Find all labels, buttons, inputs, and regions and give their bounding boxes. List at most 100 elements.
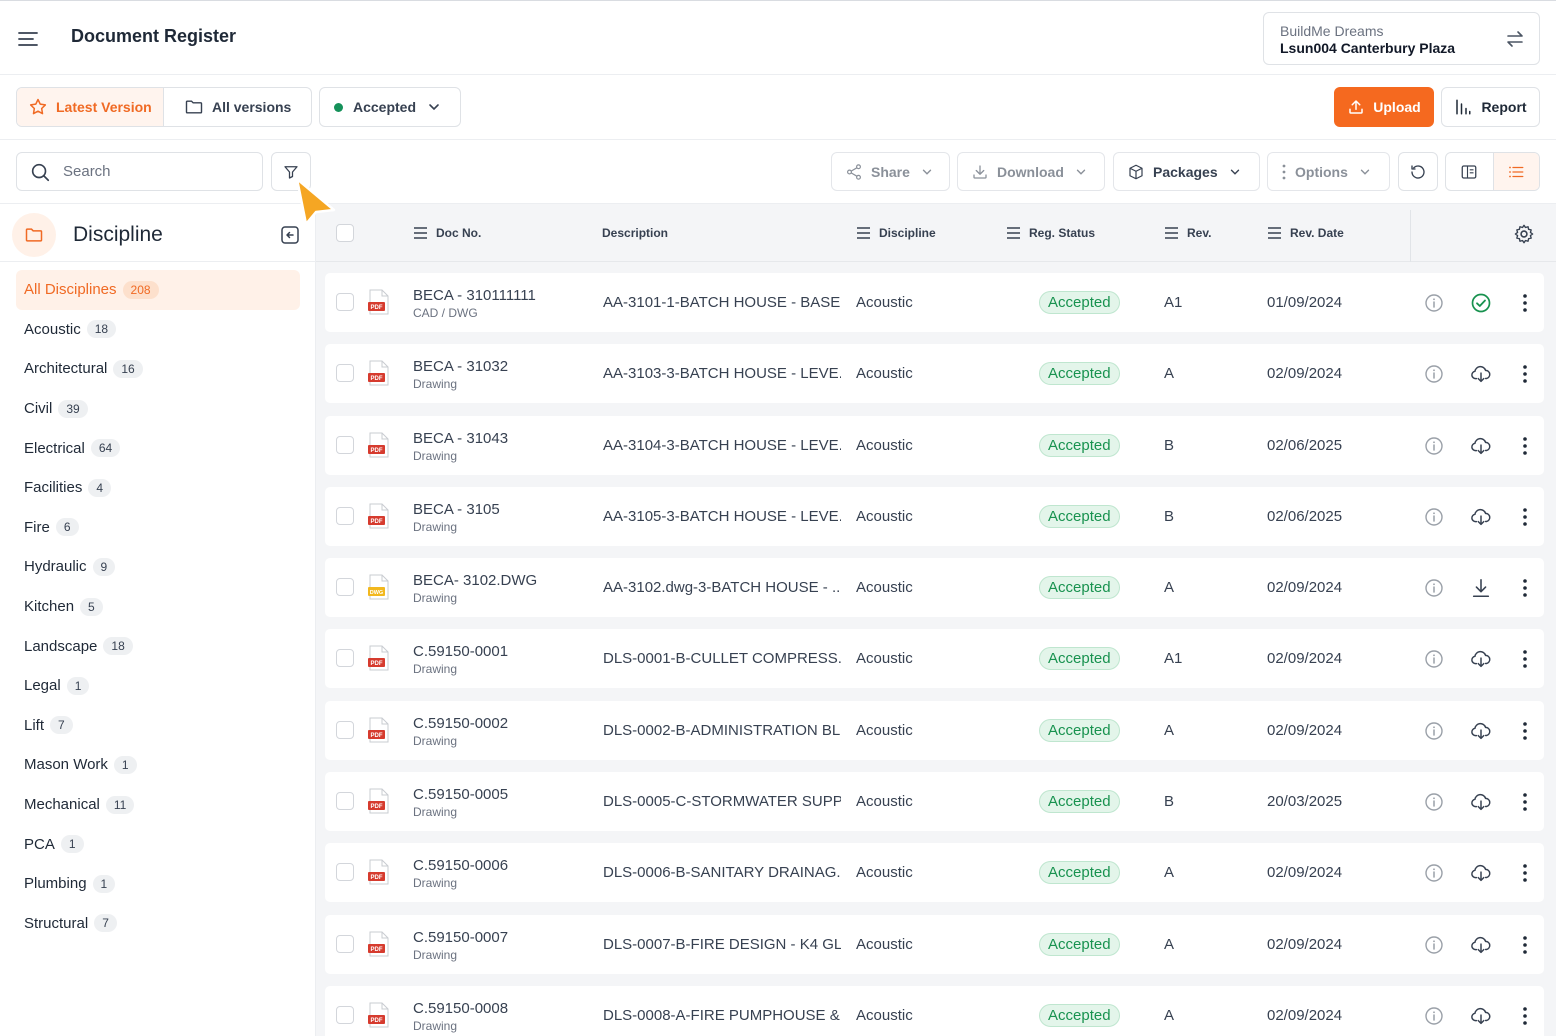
share-button[interactable]: Share (831, 152, 950, 191)
doc-number[interactable]: C.59150-0006 (413, 857, 508, 874)
info-icon[interactable] (1424, 578, 1444, 598)
status-filter-dropdown[interactable]: Accepted (319, 87, 461, 127)
info-icon[interactable] (1424, 436, 1444, 456)
latest-version-button[interactable]: Latest Version (17, 88, 164, 126)
info-icon[interactable] (1424, 792, 1444, 812)
row-checkbox[interactable] (336, 649, 354, 668)
more-options-icon[interactable] (1516, 435, 1534, 457)
column-discipline[interactable]: Discipline (856, 204, 936, 262)
upload-button[interactable]: Upload (1334, 87, 1434, 127)
table-row[interactable]: PDF C.59150-0002 Drawing DLS-0002-B-ADMINIS… (325, 700, 1544, 760)
info-icon[interactable] (1424, 863, 1444, 883)
download-button[interactable]: Download (957, 152, 1105, 191)
doc-number[interactable]: BECA - 310111111 (413, 287, 536, 304)
sidebar-item-kitchen[interactable]: Kitchen 5 (16, 587, 300, 627)
row-checkbox[interactable] (336, 578, 354, 597)
row-checkbox[interactable] (336, 293, 354, 311)
column-description[interactable]: Description (602, 204, 668, 262)
sidebar-item-mason-work[interactable]: Mason Work 1 (16, 745, 300, 785)
column-doc-no[interactable]: Doc No. (413, 204, 481, 262)
more-options-icon[interactable] (1516, 292, 1534, 314)
project-switcher[interactable]: BuildMe Dreams Lsun004 Canterbury Plaza (1263, 12, 1540, 65)
info-icon[interactable] (1424, 935, 1444, 955)
cloud-download-icon[interactable] (1470, 363, 1492, 385)
table-row[interactable]: PDF BECA - 3105 Drawing AA-3105-3-BATCH HOU… (325, 486, 1544, 546)
more-options-icon[interactable] (1516, 934, 1534, 956)
cloud-download-icon[interactable] (1470, 791, 1492, 813)
table-row[interactable]: PDF BECA - 31043 Drawing AA-3104-3-BATCH HO… (325, 415, 1544, 475)
cloud-download-icon[interactable] (1470, 720, 1492, 742)
sidebar-item-pca[interactable]: PCA 1 (16, 824, 300, 864)
cloud-download-icon[interactable] (1470, 1005, 1492, 1027)
cloud-download-icon[interactable] (1470, 506, 1492, 528)
sidebar-item-plumbing[interactable]: Plumbing 1 (16, 864, 300, 904)
table-row[interactable]: PDF C.59150-0008 Drawing DLS-0008-A-FIRE PU… (325, 985, 1544, 1036)
sidebar-item-mechanical[interactable]: Mechanical 11 (16, 785, 300, 825)
cloud-download-icon[interactable] (1470, 862, 1492, 884)
doc-number[interactable]: C.59150-0007 (413, 929, 508, 946)
table-row[interactable]: PDF C.59150-0007 Drawing DLS-0007-B-FIRE DE… (325, 914, 1544, 974)
info-icon[interactable] (1424, 293, 1444, 313)
check-circle-icon[interactable] (1470, 292, 1492, 314)
more-options-icon[interactable] (1516, 363, 1534, 385)
table-row[interactable]: PDF BECA - 31032 Drawing AA-3103-3-BATCH HO… (325, 344, 1544, 404)
table-row[interactable]: DWG BECA- 3102.DWG Drawing AA-3102.dwg-3-BA… (325, 558, 1544, 618)
sidebar-item-structural[interactable]: Structural 7 (16, 904, 300, 944)
doc-number[interactable]: BECA - 3105 (413, 501, 500, 518)
row-checkbox[interactable] (336, 863, 354, 882)
sidebar-item-facilities[interactable]: Facilities 4 (16, 468, 300, 508)
doc-number[interactable]: C.59150-0008 (413, 1000, 508, 1017)
info-icon[interactable] (1424, 649, 1444, 669)
column-rev-date[interactable]: Rev. Date (1267, 204, 1344, 262)
column-rev[interactable]: Rev. (1164, 204, 1211, 262)
info-icon[interactable] (1424, 721, 1444, 741)
all-versions-button[interactable]: All versions (164, 88, 311, 126)
sidebar-item-civil[interactable]: Civil 39 (16, 389, 300, 429)
row-checkbox[interactable] (336, 792, 354, 811)
report-button[interactable]: Report (1441, 87, 1540, 127)
info-icon[interactable] (1424, 1006, 1444, 1026)
column-status[interactable]: Reg. Status (1006, 204, 1095, 262)
collapse-sidebar-icon[interactable] (280, 225, 300, 245)
row-checkbox[interactable] (336, 720, 354, 739)
list-view-button[interactable] (1492, 153, 1539, 190)
sidebar-item-acoustic[interactable]: Acoustic 18 (16, 310, 300, 350)
more-options-icon[interactable] (1516, 1005, 1534, 1027)
info-icon[interactable] (1424, 364, 1444, 384)
sidebar-item-all-disciplines[interactable]: All Disciplines 208 (16, 270, 300, 310)
doc-number[interactable]: BECA - 31032 (413, 358, 508, 375)
doc-number[interactable]: C.59150-0001 (413, 643, 508, 660)
row-checkbox[interactable] (336, 1005, 354, 1024)
cloud-download-icon[interactable] (1470, 435, 1492, 457)
gear-icon[interactable] (1513, 223, 1535, 245)
sidebar-item-hydraulic[interactable]: Hydraulic 9 (16, 547, 300, 587)
doc-number[interactable]: BECA - 31043 (413, 430, 508, 447)
more-options-icon[interactable] (1516, 862, 1534, 884)
sidebar-item-lift[interactable]: Lift 7 (16, 706, 300, 746)
swap-icon[interactable] (1504, 28, 1526, 50)
sidebar-item-architectural[interactable]: Architectural 16 (16, 349, 300, 389)
cloud-download-icon[interactable] (1470, 934, 1492, 956)
row-checkbox[interactable] (336, 435, 354, 454)
cloud-download-icon[interactable] (1470, 648, 1492, 670)
sidebar-item-landscape[interactable]: Landscape 18 (16, 626, 300, 666)
select-all-checkbox[interactable] (336, 204, 354, 262)
row-checkbox[interactable] (336, 364, 354, 383)
more-options-icon[interactable] (1516, 506, 1534, 528)
more-options-icon[interactable] (1516, 791, 1534, 813)
info-icon[interactable] (1424, 507, 1444, 527)
sidebar-item-electrical[interactable]: Electrical 64 (16, 428, 300, 468)
more-options-icon[interactable] (1516, 648, 1534, 670)
row-checkbox[interactable] (336, 934, 354, 953)
options-button[interactable]: Options (1267, 152, 1390, 191)
doc-number[interactable]: C.59150-0005 (413, 786, 508, 803)
menu-icon[interactable] (16, 27, 40, 51)
refresh-button[interactable] (1398, 152, 1438, 191)
table-row[interactable]: PDF C.59150-0005 Drawing DLS-0005-C-STORMWA… (325, 772, 1544, 832)
doc-number[interactable]: C.59150-0002 (413, 715, 508, 732)
packages-button[interactable]: Packages (1113, 152, 1260, 191)
sidebar-item-fire[interactable]: Fire 6 (16, 508, 300, 548)
more-options-icon[interactable] (1516, 577, 1534, 599)
row-checkbox[interactable] (336, 506, 354, 525)
doc-number[interactable]: BECA- 3102.DWG (413, 572, 537, 589)
